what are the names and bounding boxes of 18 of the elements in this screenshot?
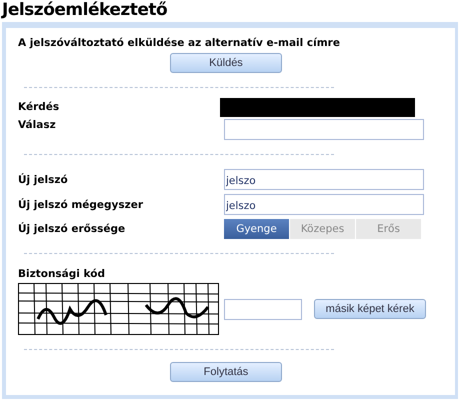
field-label: Válasz bbox=[18, 119, 57, 131]
strength-segment: Közepes bbox=[290, 219, 355, 239]
field-label: Új jelszó mégegyszer bbox=[18, 198, 144, 210]
input-field[interactable]: jelszo bbox=[224, 194, 424, 215]
strength-segment: Gyenge bbox=[224, 219, 289, 239]
input-field[interactable] bbox=[224, 119, 424, 140]
field-label: Új jelszó bbox=[18, 174, 69, 186]
field-label: Kérdés bbox=[18, 101, 60, 113]
field-label: Új jelszó erőssége bbox=[18, 223, 126, 235]
input-field[interactable] bbox=[224, 298, 302, 320]
new-image-button[interactable]: másik képet kérek bbox=[314, 299, 426, 319]
section-heading: A jelszóváltoztató elküldése az alternatív e-mail címre bbox=[18, 37, 341, 49]
strength-segment: Erős bbox=[356, 219, 421, 239]
send-button[interactable]: Küldés bbox=[170, 53, 282, 73]
field-label: Biztonsági kód bbox=[18, 268, 106, 280]
input-field[interactable]: jelszo bbox=[224, 169, 424, 190]
continue-button[interactable]: Folytatás bbox=[170, 362, 282, 382]
page-title: Jelszóemlékeztető bbox=[0, 0, 168, 22]
